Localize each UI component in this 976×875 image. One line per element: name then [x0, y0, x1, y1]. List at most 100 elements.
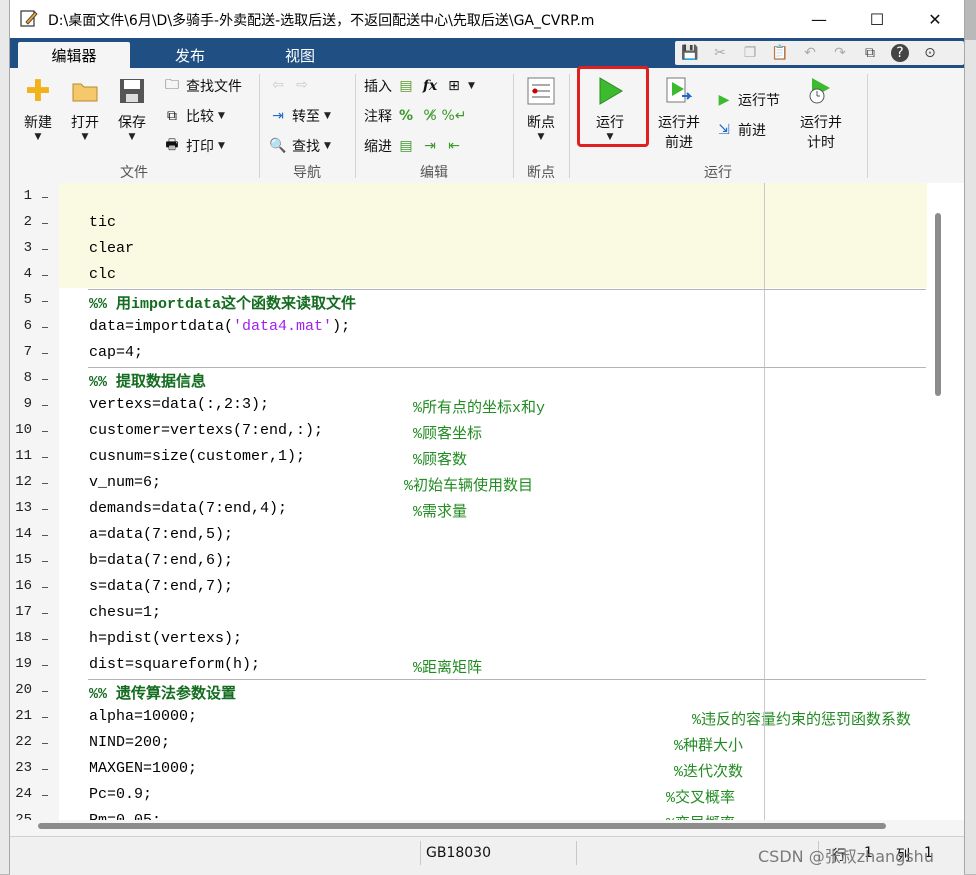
paste-icon[interactable]: 📋 — [771, 44, 789, 62]
insert-button[interactable]: 插入 ▤ fx ⊞ ▼ — [364, 76, 475, 96]
editor-file-icon — [20, 10, 38, 27]
indent-icon[interactable]: ⇥ — [420, 137, 440, 155]
advance-icon: ⇲ — [718, 122, 730, 138]
comment-label: 注释 — [364, 109, 392, 125]
close-button[interactable]: ✕ — [906, 0, 964, 38]
options-icon[interactable]: ⊙ — [921, 44, 939, 62]
code-area[interactable]: tic clear clc %% 用importdata这个函数来读取文件 data=i… — [10, 183, 928, 833]
window-layout-icon[interactable]: ⧉ — [861, 44, 879, 62]
uncomment-icon[interactable]: %̸ — [420, 107, 440, 125]
forward-arrow-icon[interactable]: ⇨ — [292, 76, 312, 94]
insert-section-icon[interactable]: ▤ — [396, 77, 416, 95]
ribbon: ✚ 新建 ▼ 打开 ▼ 保存 ▼ 🗀 查找文件 ⧉ 比较 ▼ 🖶 打印 ▼ 文件… — [10, 68, 964, 184]
code-line: clear — [89, 240, 135, 257]
comment-button[interactable]: 注释 % %̸ %↵ — [364, 106, 467, 126]
code-line: demands=data(7:end,4); — [89, 500, 288, 517]
run-section-label: 运行节 — [738, 93, 780, 109]
code-line: h=pdist(vertexs); — [89, 630, 243, 647]
run-section-button[interactable]: ▶ 运行节 — [714, 90, 780, 110]
indent-button[interactable]: 缩进 ▤ ⇥ ⇤ — [364, 136, 464, 156]
outdent-icon[interactable]: ⇤ — [444, 137, 464, 155]
run-and-advance-button[interactable]: 运行并 前进 — [650, 76, 708, 152]
open-button[interactable]: 打开 ▼ — [65, 76, 105, 142]
find-files-button[interactable]: 🗀 查找文件 — [162, 76, 242, 96]
code-comment: %顾客数 — [413, 452, 468, 469]
maximize-button[interactable]: ☐ — [848, 0, 906, 38]
line-marker — [42, 197, 48, 198]
breakpoints-button[interactable]: 断点 ▼ — [518, 76, 564, 142]
code-line: MAXGEN=1000; — [89, 760, 198, 777]
new-button[interactable]: ✚ 新建 ▼ — [18, 74, 58, 143]
group-label-file: 文件 — [120, 165, 148, 181]
line-marker — [42, 301, 48, 302]
floppy-icon — [117, 76, 147, 106]
csdn-watermark: CSDN @张叔zhangshu — [758, 847, 934, 866]
dropdown-arrow-icon: ▼ — [218, 141, 225, 151]
line-marker — [42, 353, 48, 354]
comment-percent-icon[interactable]: % — [396, 107, 416, 125]
breakpoints-icon — [526, 76, 556, 106]
dropdown-arrow-icon: ▼ — [324, 111, 331, 121]
goto-button[interactable]: ⇥ 转至 ▼ — [268, 106, 331, 126]
compare-button[interactable]: ⧉ 比较 ▼ — [162, 106, 225, 126]
cell-title: %% 遗传算法参数设置 — [89, 686, 237, 703]
run-time-label-1: 运行并 — [800, 115, 842, 131]
code-line: cusnum=size(customer,1); — [89, 448, 306, 465]
code-line: b=data(7:end,6); — [89, 552, 234, 569]
new-label: 新建 — [24, 115, 52, 131]
code-line: data=importdata('data4.mat'); — [89, 318, 350, 335]
help-icon[interactable]: ? — [891, 44, 909, 62]
group-label-navigate: 导航 — [293, 165, 321, 181]
indent-label: 缩进 — [364, 139, 392, 155]
compare-label: 比较 — [186, 109, 214, 125]
nav-back-forward[interactable]: ⇦ ⇨ — [268, 76, 312, 94]
run-advance-icon — [664, 76, 694, 106]
tab-view[interactable]: 视图 — [250, 42, 350, 68]
smart-indent-icon[interactable]: ▤ — [396, 137, 416, 155]
minimize-button[interactable]: — — [790, 0, 848, 38]
cut-icon[interactable]: ✂ — [711, 44, 729, 62]
code-line: Pc=0.9; — [89, 786, 153, 803]
code-comment: %迭代次数 — [674, 764, 744, 781]
code-line: cap=4; — [89, 344, 144, 361]
line-marker — [42, 639, 48, 640]
save-button[interactable]: 保存 ▼ — [112, 76, 152, 142]
wrap-comment-icon[interactable]: %↵ — [441, 107, 466, 125]
tab-publish[interactable]: 发布 — [130, 42, 250, 68]
insert-function-icon[interactable]: ⊞ — [444, 77, 464, 95]
editor-window: D:\桌面文件\6月\D\多骑手-外卖配送-选取后送，不返回配送中心\先取后送\… — [9, 0, 965, 875]
run-advance-label-2: 前进 — [665, 135, 693, 151]
advance-button[interactable]: ⇲ 前进 — [714, 120, 766, 140]
run-and-time-button[interactable]: 运行并 计时 — [792, 76, 850, 152]
run-advance-label-1: 运行并 — [658, 115, 700, 131]
code-comment: %交叉概率 — [666, 790, 736, 807]
line-marker — [42, 431, 48, 432]
code-comment: %顾客坐标 — [413, 426, 483, 443]
code-text: data=importdata( — [89, 318, 234, 335]
tab-editor[interactable]: 编辑器 — [18, 42, 130, 68]
line-marker — [42, 561, 48, 562]
save-icon[interactable]: 💾 — [681, 44, 699, 62]
undo-icon[interactable]: ↶ — [801, 44, 819, 62]
dropdown-arrow-icon: ▼ — [218, 111, 225, 121]
fx-icon[interactable]: fx — [420, 77, 440, 95]
copy-icon[interactable]: ❐ — [741, 44, 759, 62]
print-button[interactable]: 🖶 打印 ▼ — [162, 136, 225, 156]
goto-label: 转至 — [292, 109, 320, 125]
code-line: tic — [89, 214, 117, 231]
horizontal-scroll-thumb[interactable] — [38, 823, 886, 829]
find-files-icon: 🗀 — [165, 77, 179, 93]
line-marker — [42, 379, 48, 380]
encoding-status: GB18030 — [426, 845, 491, 861]
find-button[interactable]: 🔍 查找 ▼ — [268, 136, 331, 156]
vertical-scroll-thumb[interactable] — [935, 213, 941, 396]
right-margin-line — [764, 183, 765, 820]
line-marker — [42, 457, 48, 458]
back-arrow-icon[interactable]: ⇦ — [268, 76, 288, 94]
run-time-label-2: 计时 — [807, 135, 835, 151]
save-label: 保存 — [118, 115, 146, 131]
insert-label: 插入 — [364, 79, 392, 95]
redo-icon[interactable]: ↷ — [831, 44, 849, 62]
breakpoints-label: 断点 — [527, 115, 555, 131]
code-editor[interactable]: 1234567891011121314151617181920212223242… — [10, 183, 964, 833]
